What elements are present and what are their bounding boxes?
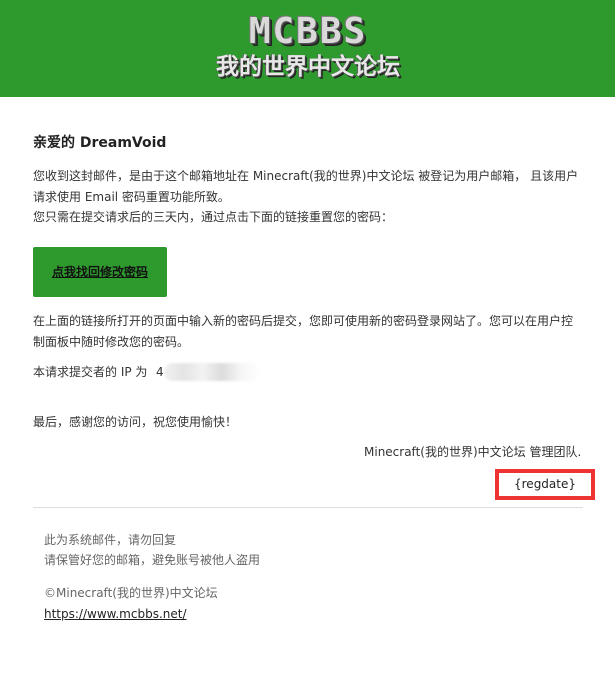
footer-site-link[interactable]: https://www.mcbbs.net/ <box>44 606 187 622</box>
reset-password-button-label[interactable]: 点我找回修改密码 <box>33 247 167 297</box>
ip-address-redacted <box>164 363 260 381</box>
footer-copyright: ©Minecraft(我的世界)中文论坛 <box>44 586 218 600</box>
instruction-line-1: 在上面的链接所打开的页面中输入新的密码后提交，您即可使用新的密码登录网站了。您可… <box>33 314 574 328</box>
intro-line-1: 您收到这封邮件，是由于这个邮箱地址在 Minecraft(我的世界)中文论坛 被… <box>33 169 579 183</box>
regdate-placeholder: {regdate} <box>514 477 576 491</box>
reset-password-button[interactable]: 点我找回修改密码 <box>33 247 167 297</box>
ip-visible-digit: 4 <box>156 365 164 379</box>
mcbbs-logo: MCBBS 我的世界中文论坛 <box>208 12 408 82</box>
greeting: 亲爱的 DreamVoid <box>33 135 167 151</box>
footer-divider <box>33 507 583 508</box>
instruction-line-2: 制面板中随时修改您的密码。 <box>33 335 190 349</box>
closing-text: 最后，感谢您的访问，祝您使用愉快！ <box>33 415 238 429</box>
logo-subtitle: 我的世界中文论坛 <box>216 54 400 80</box>
logo-wordmark: MCBBS <box>248 11 368 52</box>
intro-line-3: 您只需在提交请求后的三天内，通过点击下面的链接重置您的密码： <box>33 210 394 224</box>
footer-no-reply: 此为系统邮件，请勿回复 <box>44 533 177 547</box>
ip-label: 本请求提交者的 IP 为 <box>33 365 148 379</box>
regdate-highlight: {regdate} <box>495 469 595 500</box>
email-header-banner: MCBBS 我的世界中文论坛 <box>0 0 615 97</box>
signature: Minecraft(我的世界)中文论坛 管理团队. <box>364 445 582 459</box>
footer-security-note: 请保管好您的邮箱，避免账号被他人盗用 <box>44 553 261 567</box>
intro-line-2: 请求使用 Email 密码重置功能所致。 <box>33 190 230 204</box>
